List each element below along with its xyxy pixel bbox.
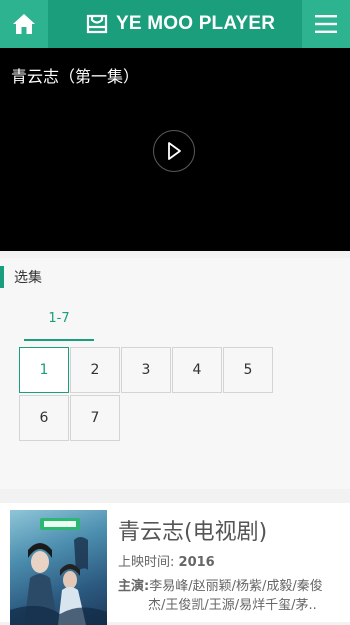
tab-episode-range[interactable]: 1-7 bbox=[24, 298, 94, 341]
episode-button-7[interactable]: 7 bbox=[70, 395, 120, 441]
show-poster[interactable] bbox=[10, 510, 107, 625]
poster-art bbox=[10, 518, 107, 625]
cast-label: 主演: bbox=[118, 579, 150, 594]
cast-line-1: 李易峰/赵丽颖/杨紫/成毅/秦俊 bbox=[149, 579, 323, 594]
play-icon bbox=[168, 142, 181, 160]
section-header: 选集 bbox=[0, 266, 42, 288]
episode-button-1[interactable]: 1 bbox=[19, 347, 69, 393]
cast-line-2: 杰/王俊凯/王源/易烊千玺/茅.. bbox=[148, 598, 317, 613]
home-button[interactable] bbox=[0, 0, 48, 48]
hamburger-menu-icon bbox=[315, 15, 337, 33]
bag-logo-icon bbox=[86, 14, 108, 34]
release-label: 上映时间: bbox=[118, 555, 175, 570]
section-title: 选集 bbox=[14, 270, 42, 286]
release-year: 2016 bbox=[178, 555, 215, 570]
app-header: YE MOO PLAYER bbox=[0, 0, 350, 48]
show-title: 青云志(电视剧) bbox=[118, 520, 268, 545]
episode-button-6[interactable]: 6 bbox=[19, 395, 69, 441]
menu-button[interactable] bbox=[302, 0, 350, 48]
video-player[interactable]: 青云志（第一集） bbox=[0, 48, 350, 251]
episode-button-4[interactable]: 4 bbox=[172, 347, 222, 393]
episode-selector: 选集 1-7 1 2 3 4 5 6 7 bbox=[0, 258, 350, 489]
play-button[interactable] bbox=[153, 130, 195, 172]
show-info-card: 青云志(电视剧) 上映时间: 2016 主演:李易峰/赵丽颖/杨紫/成毅/秦俊 … bbox=[0, 503, 350, 625]
cast-info: 主演:李易峰/赵丽颖/杨紫/成毅/秦俊 杰/王俊凯/王源/易烊千玺/茅.. bbox=[118, 577, 346, 615]
app-title: YE MOO PLAYER bbox=[116, 13, 276, 34]
episode-button-5[interactable]: 5 bbox=[223, 347, 273, 393]
episode-button-2[interactable]: 2 bbox=[70, 347, 120, 393]
section-accent-bar bbox=[0, 266, 4, 288]
release-info: 上映时间: 2016 bbox=[118, 551, 215, 570]
app-logo: YE MOO PLAYER bbox=[86, 0, 275, 48]
episode-button-3[interactable]: 3 bbox=[121, 347, 171, 393]
home-icon bbox=[13, 14, 35, 34]
video-title: 青云志（第一集） bbox=[11, 67, 140, 86]
